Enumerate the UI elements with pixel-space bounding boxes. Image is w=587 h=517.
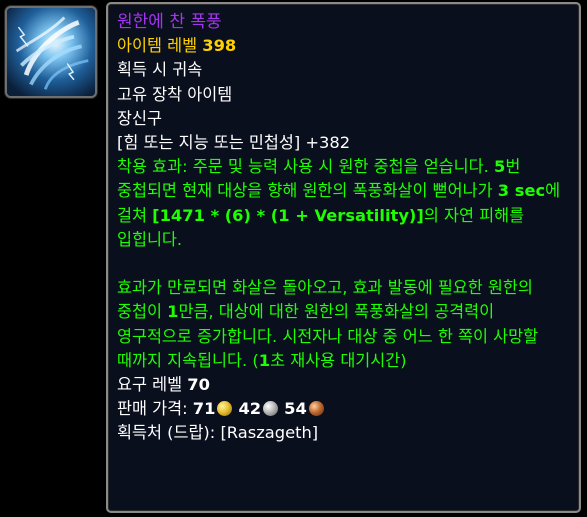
effect-value: 1 bbox=[167, 302, 179, 322]
effect-text: 착용 효과: 주문 및 능력 사용 시 원한 중첩을 얻습니다. bbox=[117, 157, 494, 177]
source-value: [Raszageth] bbox=[220, 423, 319, 443]
item-name: 원한에 찬 폭풍 bbox=[117, 12, 222, 32]
stat-text: [힘 또는 지능 또는 민첩성] +382 bbox=[117, 133, 351, 153]
effect-paragraph-2: 효과가 만료되면 화살은 돌아오고, 효과 발동에 필요한 원한의 중첩이 1만… bbox=[117, 276, 569, 373]
effect-text: 초 재사용 대기시간) bbox=[270, 350, 407, 370]
required-level-value: 70 bbox=[187, 375, 210, 395]
source-row: 획득처 (드랍): [Raszageth] bbox=[117, 421, 569, 445]
gold-coin-icon bbox=[217, 401, 233, 417]
effect-value: 1 bbox=[258, 350, 271, 370]
item-level-value: 398 bbox=[202, 36, 237, 56]
effect-value: [1471 * (6) * (1 + Versatility)] bbox=[152, 205, 424, 225]
unique-text: 고유 장착 아이템 bbox=[117, 84, 233, 104]
sell-gold-value: 71 bbox=[192, 399, 216, 419]
effect-paragraph-1: 착용 효과: 주문 및 능력 사용 시 원한 중첩을 얻습니다. 5번 중첩되면… bbox=[117, 155, 569, 252]
binding-text: 획득 시 귀속 bbox=[117, 60, 203, 80]
required-level-label: 요구 레벨 bbox=[117, 375, 183, 395]
sell-copper-value: 54 bbox=[284, 399, 307, 419]
effect-value: 5 bbox=[493, 157, 506, 177]
slot-text: 장신구 bbox=[117, 108, 162, 128]
item-tooltip: 원한에 찬 폭풍 아이템 레벨 398 획득 시 귀속 고유 장착 아이템 장신… bbox=[106, 2, 581, 513]
item-level-label: 아이템 레벨 bbox=[117, 36, 198, 56]
source-label: 획득처 (드랍): bbox=[117, 423, 216, 443]
item-level-row: 아이템 레벨 398 bbox=[117, 34, 569, 58]
copper-coin-icon bbox=[308, 401, 324, 417]
effect-value: 3 sec bbox=[497, 181, 546, 201]
required-level-row: 요구 레벨 70 bbox=[117, 373, 569, 397]
item-icon bbox=[5, 6, 97, 98]
sell-price-label: 판매 가격: bbox=[117, 399, 188, 419]
silver-coin-icon bbox=[263, 401, 279, 417]
sell-silver-value: 42 bbox=[238, 399, 262, 419]
equip-effect: 착용 효과: 주문 및 능력 사용 시 원한 중첩을 얻습니다. 5번 중첩되면… bbox=[117, 155, 569, 373]
sell-price-row: 판매 가격: 71 42 54 bbox=[117, 397, 569, 421]
storm-vortex-icon bbox=[7, 8, 95, 96]
